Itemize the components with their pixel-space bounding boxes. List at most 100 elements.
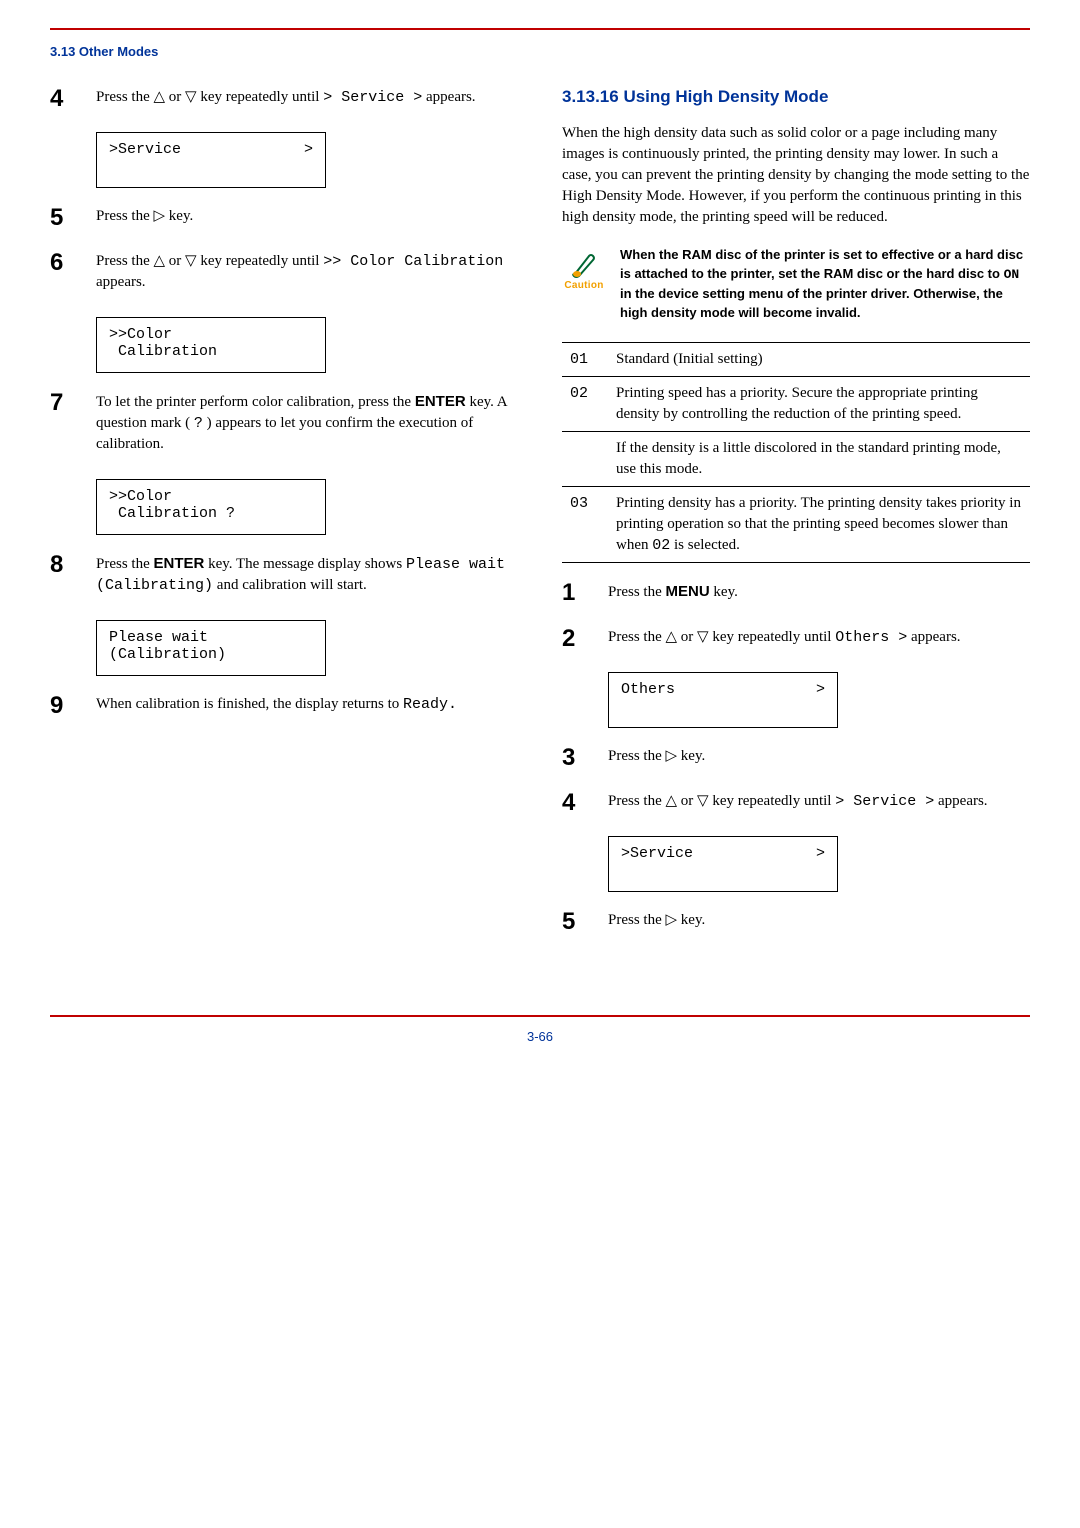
- step-body: Press the key.: [608, 910, 1030, 935]
- step-body: Press the key.: [608, 746, 1030, 771]
- lcd-display: >>Color Calibration: [96, 317, 326, 373]
- bold-enter: ENTER: [415, 393, 466, 410]
- step-body: Press the or key repeatedly until Others…: [608, 627, 1030, 652]
- text: Press the: [608, 748, 666, 764]
- section-header: 3.13 Other Modes: [50, 44, 1030, 59]
- triangle-up-icon: [666, 629, 678, 645]
- text: key.: [710, 584, 738, 600]
- bottom-rule: [50, 1015, 1030, 1017]
- display-text: >Service: [109, 141, 304, 158]
- text: Press the: [608, 912, 666, 928]
- bold-enter: ENTER: [154, 555, 205, 572]
- step-body: Press the ENTER key. The message display…: [96, 553, 518, 600]
- triangle-up-icon: [666, 793, 678, 809]
- triangle-right-icon: [666, 748, 678, 764]
- text: key repeatedly until: [197, 89, 324, 105]
- table-code: [562, 432, 608, 487]
- step-body: Press the key.: [96, 206, 518, 231]
- code-on: ON: [1004, 267, 1020, 282]
- table-code: 03: [562, 487, 608, 563]
- text: When calibration is finished, the displa…: [96, 696, 403, 712]
- text: Press the: [96, 89, 154, 105]
- step-5: 5 Press the key.: [50, 206, 518, 231]
- text: key.: [677, 912, 705, 928]
- text: key repeatedly until: [709, 629, 836, 645]
- step-body: Press the or key repeatedly until > Serv…: [96, 87, 518, 112]
- display-text: >>Color Calibration: [109, 326, 313, 360]
- display-text: Please wait (Calibration): [109, 629, 313, 663]
- triangle-up-icon: [154, 253, 166, 269]
- r-step-5: 5 Press the key.: [562, 910, 1030, 935]
- table-desc: Printing density has a priority. The pri…: [608, 487, 1030, 563]
- step-number: 2: [562, 627, 588, 652]
- text: appears.: [422, 89, 475, 105]
- display-right: >: [816, 681, 825, 698]
- text: Press the: [96, 556, 154, 572]
- subsection-heading: 3.13.16 Using High Density Mode: [562, 87, 1030, 107]
- brush-icon: [567, 246, 601, 280]
- code: Ready.: [403, 696, 457, 713]
- step-number: 4: [50, 87, 76, 112]
- caution-text: When the RAM disc of the printer is set …: [620, 246, 1030, 322]
- lcd-display: >Service >: [608, 836, 838, 892]
- step-number: 5: [50, 206, 76, 231]
- text: appears.: [907, 629, 960, 645]
- triangle-right-icon: [154, 208, 166, 224]
- text: Press the: [608, 584, 666, 600]
- step-number: 7: [50, 391, 76, 459]
- step-body: When calibration is finished, the displa…: [96, 694, 518, 719]
- text: Press the: [96, 208, 154, 224]
- bold-menu: MENU: [666, 583, 710, 600]
- step-number: 1: [562, 581, 588, 607]
- caution-label: Caution: [562, 280, 606, 291]
- text: Press the: [608, 793, 666, 809]
- table-code: 02: [562, 377, 608, 432]
- lcd-display: >>Color Calibration ?: [96, 479, 326, 535]
- display-right: >: [304, 141, 313, 158]
- table-desc: If the density is a little discolored in…: [608, 432, 1030, 487]
- code: >> Color Calibration: [323, 253, 503, 270]
- code: ?: [194, 415, 203, 432]
- text: When the RAM disc of the printer is set …: [620, 247, 1023, 281]
- display-right: >: [816, 845, 825, 862]
- text: key.: [165, 208, 193, 224]
- text: is selected.: [670, 537, 740, 553]
- triangle-down-icon: [185, 253, 197, 269]
- step-9: 9 When calibration is finished, the disp…: [50, 694, 518, 719]
- table-desc: Printing speed has a priority. Secure th…: [608, 377, 1030, 432]
- step-number: 4: [562, 791, 588, 816]
- text: and calibration will start.: [213, 577, 367, 593]
- r-step-4: 4 Press the or key repeatedly until > Se…: [562, 791, 1030, 816]
- caution-block: Caution When the RAM disc of the printer…: [562, 246, 1030, 322]
- step-body: Press the or key repeatedly until >> Col…: [96, 251, 518, 297]
- text: in the device setting menu of the printe…: [620, 286, 1003, 320]
- step-number: 5: [562, 910, 588, 935]
- caution-icon-wrap: Caution: [562, 246, 606, 322]
- text: Press the: [608, 629, 666, 645]
- text: appears.: [96, 274, 146, 290]
- page-number: 3-66: [50, 1029, 1030, 1044]
- step-number: 8: [50, 553, 76, 600]
- display-text: Others: [621, 681, 816, 698]
- step-7: 7 To let the printer perform color calib…: [50, 391, 518, 459]
- step-number: 9: [50, 694, 76, 719]
- display-text: >Service: [621, 845, 816, 862]
- mode-table: 01 Standard (Initial setting) 02 Printin…: [562, 342, 1030, 563]
- step-body: Press the or key repeatedly until > Serv…: [608, 791, 1030, 816]
- triangle-down-icon: [185, 89, 197, 105]
- lcd-display: Please wait (Calibration): [96, 620, 326, 676]
- intro-paragraph: When the high density data such as solid…: [562, 123, 1030, 228]
- top-rule: [50, 28, 1030, 30]
- text: key.: [677, 748, 705, 764]
- text: Press the: [96, 253, 154, 269]
- triangle-up-icon: [154, 89, 166, 105]
- step-number: 3: [562, 746, 588, 771]
- text: key. The message display shows: [204, 556, 406, 572]
- text: key repeatedly until: [197, 253, 324, 269]
- lcd-display: >Service >: [96, 132, 326, 188]
- right-column: 3.13.16 Using High Density Mode When the…: [562, 87, 1030, 955]
- r-step-1: 1 Press the MENU key.: [562, 581, 1030, 607]
- two-column-layout: 4 Press the or key repeatedly until > Se…: [50, 87, 1030, 955]
- step-6: 6 Press the or key repeatedly until >> C…: [50, 251, 518, 297]
- step-8: 8 Press the ENTER key. The message displ…: [50, 553, 518, 600]
